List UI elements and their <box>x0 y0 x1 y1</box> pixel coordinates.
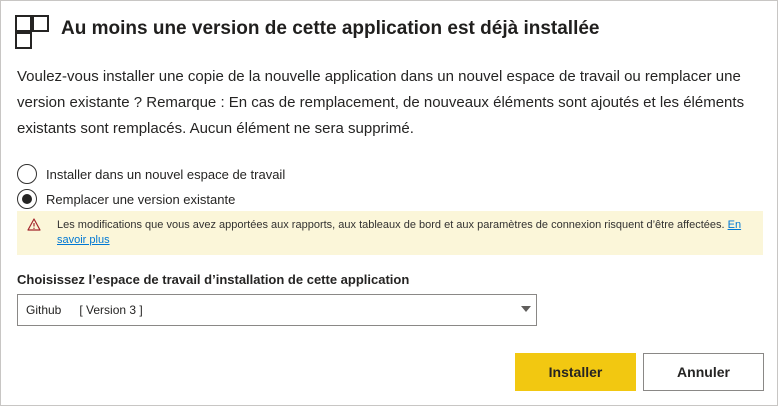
warning-triangle-icon <box>27 218 41 231</box>
dialog-description: Voulez-vous installer une copie de la no… <box>17 68 745 137</box>
workspace-dropdown[interactable]: Github [ Version 3 ] <box>17 294 537 326</box>
selected-version: [ Version 3 ] <box>79 303 143 317</box>
app-grid-icon <box>15 15 49 49</box>
radio-label-replace-version: Remplacer une version existante <box>46 191 236 207</box>
warning-text: Les modifications que vous avez apportée… <box>57 219 725 231</box>
radio-button-selected[interactable] <box>17 189 37 209</box>
selected-workspace: Github <box>26 303 62 317</box>
radio-label-new-workspace: Installer dans un nouvel espace de trava… <box>46 166 286 182</box>
install-button[interactable]: Installer <box>515 353 636 391</box>
radio-new-workspace[interactable]: Installer dans un nouvel espace de trava… <box>17 163 285 185</box>
radio-button-unselected[interactable] <box>17 164 37 184</box>
dialog-title: Au moins une version de cette applicatio… <box>61 18 600 39</box>
warning-message: Les modifications que vous avez apportée… <box>57 218 757 248</box>
radio-selected-dot <box>22 194 32 204</box>
chevron-down-icon[interactable] <box>521 306 531 312</box>
warning-banner: Les modifications que vous avez apportée… <box>17 211 763 255</box>
install-dialog: Au moins une version de cette applicatio… <box>0 0 778 406</box>
workspace-label: Choisissez l’espace de travail d’install… <box>17 272 410 287</box>
radio-replace-version[interactable]: Remplacer une version existante <box>17 188 235 210</box>
cancel-button[interactable]: Annuler <box>643 353 764 391</box>
